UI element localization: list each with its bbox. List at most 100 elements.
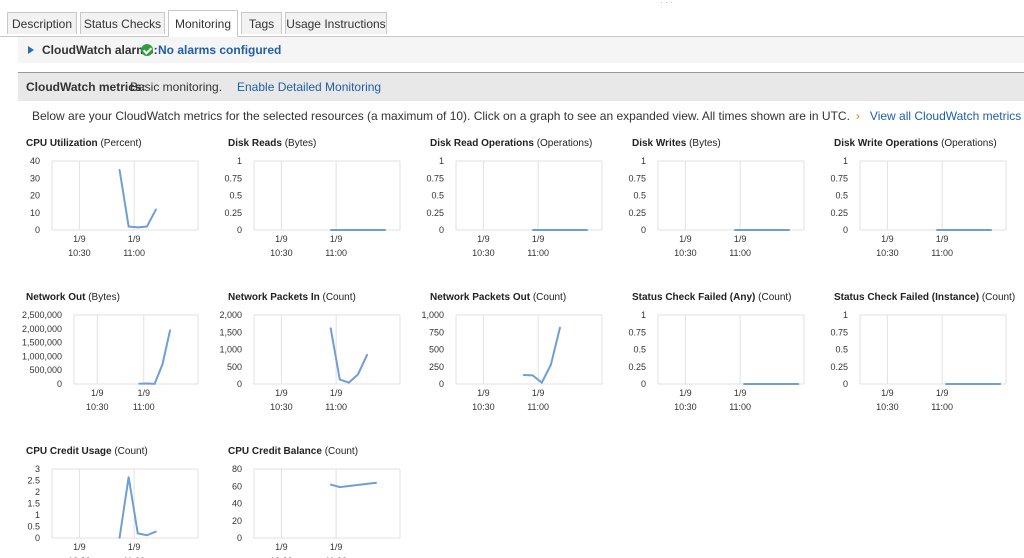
data-point bbox=[155, 208, 157, 211]
x-tick-time: 11:00 bbox=[931, 402, 953, 412]
x-tick-time: 10:30 bbox=[86, 402, 109, 412]
metrics-description: Below are your CloudWatch metrics for th… bbox=[32, 109, 1021, 123]
data-point bbox=[550, 363, 552, 366]
data-point bbox=[797, 383, 800, 385]
data-point bbox=[127, 476, 130, 478]
y-tick-label: 0 bbox=[237, 225, 242, 235]
tab-monitoring[interactable]: Monitoring bbox=[168, 10, 238, 37]
y-tick-label: 1,500,000 bbox=[22, 338, 62, 348]
data-point bbox=[338, 486, 341, 488]
y-tick-label: 0 bbox=[641, 379, 646, 389]
metric-graph[interactable]: Network Packets Out (Count) 1,000 750 500 25… bbox=[421, 292, 605, 412]
y-tick-label: 0.75 bbox=[426, 173, 444, 183]
x-tick-date: 1/9 bbox=[936, 234, 949, 244]
y-tick-label: 1,500 bbox=[219, 327, 242, 337]
data-point bbox=[531, 229, 534, 231]
y-tick-label: 20 bbox=[30, 191, 40, 201]
x-tick-time: 10:30 bbox=[674, 402, 697, 412]
metric-graph[interactable]: Disk Writes (Bytes) 1 0.75 0.5 0.25 0 1/9 10:30… bbox=[628, 138, 807, 258]
data-point bbox=[935, 229, 938, 231]
x-tick-time: 11:00 bbox=[527, 248, 549, 258]
y-tick-label: 30 bbox=[30, 173, 40, 183]
y-tick-label: 0.75 bbox=[830, 173, 848, 183]
metric-graph[interactable]: CPU Credit Balance (Count)8060402001/910… bbox=[228, 446, 403, 558]
metric-graph[interactable]: Network Packets In (Count) 2,000 1,500 1,00… bbox=[219, 292, 403, 412]
expand-triangle-icon[interactable] bbox=[28, 46, 34, 54]
y-tick-label: 2,500,000 bbox=[22, 310, 62, 320]
y-tick-label: 2,000,000 bbox=[22, 324, 62, 334]
data-point bbox=[338, 378, 341, 381]
y-tick-label: 10 bbox=[30, 208, 40, 218]
y-tick-label: 0.5 bbox=[633, 191, 646, 201]
x-tick-date: 1/9 bbox=[73, 542, 86, 552]
x-tick-date: 1/9 bbox=[330, 542, 343, 552]
y-tick-label: 0.75 bbox=[628, 327, 646, 337]
metric-graph[interactable]: CPU Credit Usage (Count) 3 2.5 2 1.5 1 0.5 0 1/9… bbox=[26, 446, 201, 558]
metric-graph[interactable]: Status Check Failed (Instance) (Count) 1 0… bbox=[830, 292, 1015, 412]
tab-description[interactable]: Description bbox=[7, 12, 77, 34]
tab-tags[interactable]: Tags bbox=[241, 12, 282, 34]
view-all-metrics-link[interactable]: View all CloudWatch metrics bbox=[870, 109, 1021, 123]
y-tick-label: 1,000,000 bbox=[22, 351, 62, 361]
metric-graph[interactable]: Disk Write Operations (Operations) 1 0.75 0… bbox=[830, 138, 1009, 258]
data-point bbox=[522, 374, 525, 376]
tab-usage-instructions[interactable]: Usage Instructions bbox=[285, 12, 387, 34]
x-tick-time: 11:00 bbox=[123, 248, 145, 258]
data-point bbox=[169, 329, 171, 331]
data-point bbox=[559, 326, 561, 329]
x-tick-date: 1/9 bbox=[275, 234, 288, 244]
check-circle-icon bbox=[141, 44, 153, 56]
y-tick-label: 0 bbox=[35, 225, 40, 235]
data-point bbox=[118, 168, 121, 171]
graph-plot: 2,000 1,500 1,000 500 0 1/9 10:30 1/9 11:00 bbox=[219, 310, 401, 412]
metric-graph[interactable]: Status Check Failed (Any) (Count) 1 0.75 0.… bbox=[628, 292, 807, 412]
y-tick-label: 0.5 bbox=[229, 191, 242, 201]
x-tick-time: 11:00 bbox=[931, 248, 953, 258]
graph-plot: 1 0.75 0.5 0.25 0 1/9 10:30 1/9 11:00 bbox=[628, 310, 805, 412]
y-tick-label: 0.75 bbox=[830, 327, 848, 337]
tab-status-checks[interactable]: Status Checks bbox=[80, 12, 165, 34]
y-tick-label: 0.5 bbox=[835, 191, 848, 201]
y-tick-label: 0 bbox=[439, 379, 444, 389]
x-tick-date: 1/9 bbox=[128, 234, 141, 244]
x-tick-time: 10:30 bbox=[270, 248, 293, 258]
metric-graph[interactable]: Disk Reads (Bytes) 1 0.75 0.5 0.25 0 1/9 10:30 1… bbox=[224, 138, 403, 258]
y-tick-label: 0.25 bbox=[426, 208, 444, 218]
x-tick-date: 1/9 bbox=[679, 388, 692, 398]
y-tick-label: 0.75 bbox=[224, 173, 242, 183]
metric-graph[interactable]: Network Out (Bytes) 2,500,000 2,000,000 1,5… bbox=[22, 292, 201, 412]
y-tick-label: 1.5 bbox=[27, 499, 40, 509]
y-tick-label: 1 bbox=[237, 156, 242, 166]
data-point bbox=[155, 530, 157, 533]
metric-graph[interactable]: Disk Read Operations (Operations) 1 0.75 0.… bbox=[426, 138, 605, 258]
data-point bbox=[329, 483, 332, 486]
x-tick-date: 1/9 bbox=[734, 234, 747, 244]
data-point bbox=[329, 229, 332, 231]
x-tick-date: 1/9 bbox=[128, 542, 141, 552]
data-point bbox=[742, 383, 745, 385]
cloudwatch-metrics-header: CloudWatch metrics: Basic monitoring. En… bbox=[18, 72, 1024, 101]
data-point bbox=[118, 537, 121, 539]
x-tick-time: 10:30 bbox=[68, 248, 91, 258]
graph-plot: 2,500,000 2,000,000 1,500,000 1,000,000 500,… bbox=[22, 310, 199, 412]
y-tick-label: 1 bbox=[843, 156, 848, 166]
data-point bbox=[136, 532, 139, 535]
y-tick-label: 2.5 bbox=[27, 476, 40, 486]
data-point bbox=[329, 327, 332, 329]
x-tick-time: 11:00 bbox=[133, 402, 155, 412]
y-tick-label: 750 bbox=[429, 327, 444, 337]
x-tick-date: 1/9 bbox=[881, 388, 894, 398]
y-tick-label: 3 bbox=[35, 464, 40, 474]
series-line bbox=[118, 476, 157, 539]
enable-detailed-monitoring-link[interactable]: Enable Detailed Monitoring bbox=[237, 73, 381, 101]
cloudwatch-alarms-bar[interactable]: CloudWatch alarms: No alarms configured bbox=[18, 37, 1024, 63]
data-point bbox=[348, 381, 350, 384]
x-tick-date: 1/9 bbox=[532, 234, 545, 244]
metric-graph[interactable]: CPU Utilization (Percent) 40 30 20 10 0 1/9 10:… bbox=[26, 138, 201, 258]
graph-plot: 40 30 20 10 0 1/9 10:30 1/9 11:00 bbox=[30, 156, 199, 258]
y-tick-label: 0.75 bbox=[628, 173, 646, 183]
y-tick-label: 2,000 bbox=[219, 310, 242, 320]
tab-bar: Description Status Checks Monitoring Tag… bbox=[0, 0, 1024, 37]
y-tick-label: 0.5 bbox=[835, 345, 848, 355]
data-point bbox=[127, 225, 130, 228]
